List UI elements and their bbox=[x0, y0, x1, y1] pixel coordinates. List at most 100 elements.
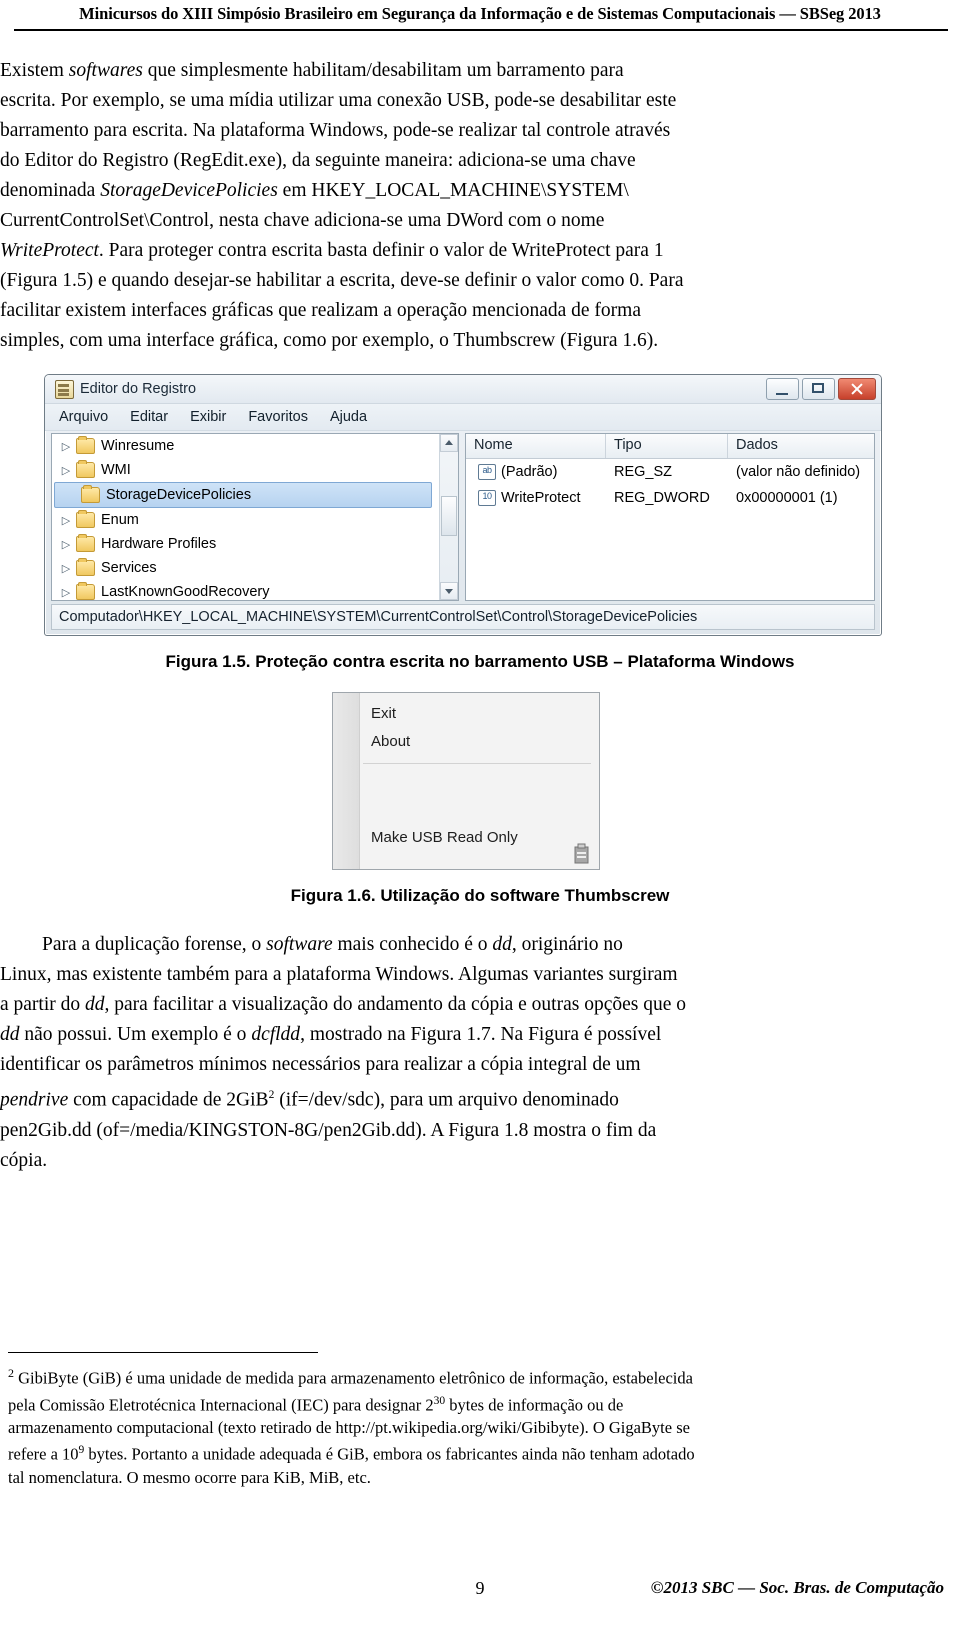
p2-line3-b: , para facilitar a visualização do andam… bbox=[104, 994, 687, 1015]
expander-icon[interactable]: ▷ bbox=[58, 464, 74, 477]
p1-line7-italic: WriteProtect bbox=[0, 240, 99, 261]
value-name-cell: ab (Padrão) bbox=[466, 464, 606, 480]
tree-node-selected[interactable]: StorageDevicePolicies bbox=[54, 482, 432, 508]
maximize-button[interactable] bbox=[802, 378, 835, 400]
registry-panes: ▷ Winresume ▷ WMI StorageDevicePolicies bbox=[51, 433, 875, 601]
paragraph-2: Para a duplicação forense, o software ma… bbox=[0, 930, 840, 1176]
scroll-up-icon[interactable] bbox=[440, 434, 458, 452]
menu-separator bbox=[363, 763, 591, 764]
usb-tray-icon bbox=[574, 843, 589, 864]
menu-item-editar[interactable]: Editar bbox=[130, 409, 168, 425]
p2-line1-italic-2: dd bbox=[492, 934, 512, 955]
folder-icon bbox=[76, 460, 95, 478]
expander-icon[interactable]: ▷ bbox=[58, 538, 74, 551]
figure-1-5-caption: Figura 1.5. Proteção contra escrita no b… bbox=[165, 652, 795, 671]
thumbscrew-context-menu: Exit About Make USB Read Only bbox=[332, 692, 600, 870]
menu-item-ajuda[interactable]: Ajuda bbox=[330, 409, 367, 425]
registry-values-pane[interactable]: Nome Tipo Dados ab (Padrão) REG_SZ (valo… bbox=[465, 433, 875, 601]
menu-item-about[interactable]: About bbox=[371, 733, 410, 750]
running-head: Minicursos do XIII Simpósio Brasileiro e… bbox=[79, 4, 881, 23]
p1-line5-pre: denominada bbox=[0, 180, 101, 201]
footnote-line4-a: refere a 10 bbox=[8, 1444, 79, 1464]
maximize-icon bbox=[812, 383, 824, 393]
value-type: REG_SZ bbox=[614, 464, 673, 480]
registry-editor-window: Editor do Registro Arquivo Editar Exibir… bbox=[44, 374, 882, 636]
p1-line10: simples, com uma interface gráfica, como… bbox=[0, 330, 659, 351]
minimize-icon bbox=[776, 393, 788, 395]
p2-line1-b: mais conhecido é o bbox=[332, 934, 493, 955]
registry-tree-pane[interactable]: ▷ Winresume ▷ WMI StorageDevicePolicies bbox=[51, 433, 459, 601]
expander-icon[interactable]: ▷ bbox=[58, 586, 74, 599]
value-name: WriteProtect bbox=[501, 490, 581, 506]
paragraph-1: Existem softwares que simplesmente habil… bbox=[0, 56, 840, 356]
footnote-line2-b: bytes de informação ou de bbox=[445, 1395, 624, 1414]
column-header-tipo[interactable]: Tipo bbox=[606, 434, 728, 458]
menu-item-arquivo[interactable]: Arquivo bbox=[59, 409, 108, 425]
tree-node-label: WMI bbox=[101, 462, 131, 478]
footnote-line1: GibiByte (GiB) é uma unidade de medida p… bbox=[14, 1368, 693, 1388]
menu-item-exibir[interactable]: Exibir bbox=[190, 409, 226, 425]
p2-line7: pen2Gib.dd (of=/media/KINGSTON-8G/pen2Gi… bbox=[0, 1119, 657, 1141]
expander-icon[interactable]: ▷ bbox=[58, 562, 74, 575]
table-row[interactable]: ab (Padrão) REG_SZ (valor não definido) bbox=[466, 459, 874, 485]
registry-editor-icon bbox=[55, 379, 74, 399]
tree-node[interactable]: ▷ LastKnownGoodRecovery bbox=[52, 580, 458, 600]
tree-node[interactable]: ▷ WMI bbox=[52, 458, 458, 482]
p2-line2: Linux, mas existente também para a plata… bbox=[0, 964, 678, 985]
p1-line3: barramento para escrita. Na plataforma W… bbox=[0, 120, 671, 141]
p2-line1-italic: software bbox=[266, 934, 333, 955]
footnote-line5: tal nomenclatura. O mesmo ocorre para Ki… bbox=[8, 1467, 371, 1487]
footnote-2: 2 GibiByte (GiB) é uma unidade de medida… bbox=[8, 1362, 920, 1489]
menu-item-make-usb-read-only[interactable]: Make USB Read Only bbox=[371, 829, 518, 846]
p2-line8: cópia. bbox=[0, 1149, 48, 1171]
expander-icon[interactable]: ▷ bbox=[58, 440, 74, 453]
menu-icon-strip bbox=[333, 693, 360, 869]
window-title: Editor do Registro bbox=[80, 381, 197, 397]
value-type: REG_DWORD bbox=[614, 490, 710, 506]
value-name: (Padrão) bbox=[501, 464, 558, 480]
copyright-notice: ©2013 SBC — Soc. Bras. de Computação bbox=[650, 1578, 944, 1597]
figure-1-5: Editor do Registro Arquivo Editar Exibir… bbox=[44, 374, 884, 636]
p1-line5-italic: StorageDevicePolicies bbox=[100, 180, 278, 201]
close-button[interactable] bbox=[838, 378, 876, 400]
p1-line2: escrita. Por exemplo, se uma mídia utili… bbox=[0, 90, 677, 111]
tree-node-label: Enum bbox=[101, 512, 139, 528]
p2-line4-b: , mostrado na Figura 1.7. Na Figura é po… bbox=[300, 1024, 662, 1045]
menu-item-exit[interactable]: Exit bbox=[371, 705, 396, 722]
minimize-button[interactable] bbox=[766, 378, 799, 400]
p2-line3-italic: dd bbox=[85, 994, 105, 1015]
tree-scrollbar[interactable] bbox=[439, 434, 458, 600]
tree-node[interactable]: ▷ Services bbox=[52, 556, 458, 580]
string-value-icon: ab bbox=[478, 464, 496, 480]
p1-line4: do Editor do Registro (RegEdit.exe), da … bbox=[0, 150, 636, 171]
menu-item-favoritos[interactable]: Favoritos bbox=[248, 409, 308, 425]
tree-node-label: StorageDevicePolicies bbox=[106, 487, 252, 503]
folder-icon bbox=[76, 582, 95, 600]
footnote-rule bbox=[8, 1352, 318, 1353]
tree-node-label: LastKnownGoodRecovery bbox=[101, 584, 270, 600]
tree-node[interactable]: ▷ Winresume bbox=[52, 434, 458, 458]
value-name-cell: 10 WriteProtect bbox=[466, 490, 606, 506]
p2-line5: identificar os parâmetros mínimos necess… bbox=[0, 1054, 641, 1075]
footnote-line4-b: bytes. Portanto a unidade adequada é GiB… bbox=[84, 1444, 695, 1464]
p1-line7-post: . Para proteger contra escrita basta def… bbox=[98, 240, 664, 261]
folder-icon bbox=[76, 558, 95, 576]
status-bar-path: Computador\HKEY_LOCAL_MACHINE\SYSTEM\Cur… bbox=[51, 604, 875, 630]
column-header-nome[interactable]: Nome bbox=[466, 434, 606, 458]
expander-icon[interactable]: ▷ bbox=[58, 514, 74, 527]
dword-value-icon: 10 bbox=[478, 490, 496, 506]
tree-node-label: Services bbox=[101, 560, 157, 576]
p2-line1-c: , originário no bbox=[511, 934, 623, 955]
values-header-row: Nome Tipo Dados bbox=[466, 434, 874, 459]
p2-line4-a: não possui. Um exemplo é o bbox=[19, 1024, 252, 1045]
tree-node[interactable]: ▷ Enum bbox=[52, 508, 458, 532]
table-row[interactable]: 10 WriteProtect REG_DWORD 0x00000001 (1) bbox=[466, 485, 874, 511]
column-header-dados[interactable]: Dados bbox=[728, 434, 874, 458]
p2-line6-a: com capacidade de 2GiB bbox=[68, 1089, 269, 1111]
tree-node-label: Winresume bbox=[101, 438, 175, 454]
p1-line1-post: que simplesmente habilitam/desabilitam u… bbox=[142, 60, 624, 81]
tree-node[interactable]: ▷ Hardware Profiles bbox=[52, 532, 458, 556]
scrollbar-thumb[interactable] bbox=[441, 496, 457, 536]
scroll-down-icon[interactable] bbox=[440, 582, 458, 600]
value-data: 0x00000001 (1) bbox=[736, 490, 838, 506]
